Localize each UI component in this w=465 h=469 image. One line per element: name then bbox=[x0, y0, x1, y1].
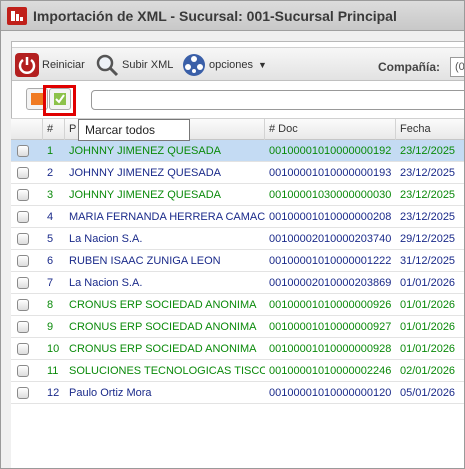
table-row[interactable]: 6 RUBEN ISAAC ZUNIGA LEON 0010000101000000… bbox=[11, 250, 464, 272]
company-field[interactable]: (00 bbox=[450, 57, 464, 77]
row-number: 6 bbox=[47, 255, 54, 267]
mark-all-tooltip: Marcar todos bbox=[78, 119, 190, 141]
options-button[interactable]: opciones ▼ bbox=[182, 52, 267, 78]
row-number: 12 bbox=[47, 387, 60, 399]
row-number: 8 bbox=[47, 299, 54, 311]
row-number: 11 bbox=[47, 365, 59, 377]
table-row[interactable]: 11 SOLUCIONES TECNOLOGICAS TISCO 001000010… bbox=[11, 360, 464, 382]
row-provider-name: Paulo Ortiz Mora bbox=[69, 387, 152, 399]
toolbar: Reiniciar Subir XML opciones ▼ Compañía:… bbox=[12, 47, 464, 81]
row-number: 7 bbox=[47, 277, 54, 289]
table-row[interactable]: 4 MARIA FERNANDA HERRERA CAMAC 00100001010… bbox=[11, 206, 464, 228]
row-date: 05/01/2026 bbox=[400, 387, 456, 399]
table-row[interactable]: 12 Paulo Ortiz Mora 00100001010000000120 05… bbox=[11, 382, 464, 404]
row-doc-number: 00100001010000000120 bbox=[269, 387, 392, 399]
header-doc-number[interactable]: # Doc bbox=[265, 119, 396, 140]
row-number: 2 bbox=[47, 167, 54, 179]
table-row[interactable]: 2 JOHNNY JIMENEZ QUESADA 00100001010000000… bbox=[11, 162, 464, 184]
action-bar bbox=[12, 84, 464, 116]
row-doc-number: 00100001010000000928 bbox=[269, 343, 392, 355]
header-checkbox-col bbox=[11, 119, 43, 140]
row-checkbox[interactable] bbox=[17, 233, 29, 245]
row-provider-name: MARIA FERNANDA HERRERA CAMAC bbox=[69, 211, 265, 223]
filter-input[interactable] bbox=[91, 90, 464, 110]
row-number: 5 bbox=[47, 233, 54, 245]
table-row[interactable]: 10 CRONUS ERP SOCIEDAD ANONIMA 00100001010… bbox=[11, 338, 464, 360]
row-provider-name: CRONUS ERP SOCIEDAD ANONIMA bbox=[69, 321, 257, 333]
upload-xml-label: Subir XML bbox=[122, 59, 174, 71]
power-icon bbox=[15, 53, 39, 77]
row-doc-number: 00100001010000000193 bbox=[269, 167, 392, 179]
row-doc-number: 00100001030000000030 bbox=[269, 189, 392, 201]
magnifier-icon bbox=[96, 54, 119, 77]
reset-label: Reiniciar bbox=[42, 59, 85, 71]
upload-xml-button[interactable]: Subir XML bbox=[95, 52, 173, 78]
row-checkbox[interactable] bbox=[17, 189, 29, 201]
row-doc-number: 00100001010000000208 bbox=[269, 211, 392, 223]
row-date: 23/12/2025 bbox=[400, 189, 456, 201]
row-provider-name: JOHNNY JIMENEZ QUESADA bbox=[69, 145, 221, 157]
options-cluster-icon bbox=[183, 54, 205, 76]
row-checkbox[interactable] bbox=[17, 145, 29, 157]
options-label: opciones bbox=[209, 59, 254, 71]
company-label: Compañía: bbox=[378, 60, 441, 74]
row-number: 4 bbox=[47, 211, 54, 223]
row-checkbox[interactable] bbox=[17, 387, 29, 399]
row-doc-number: 00100001010000000192 bbox=[269, 145, 392, 157]
row-provider-name: La Nacion S.A. bbox=[69, 233, 143, 245]
row-checkbox[interactable] bbox=[17, 277, 29, 289]
table-row[interactable]: 8 CRONUS ERP SOCIEDAD ANONIMA 001000010100… bbox=[11, 294, 464, 316]
window-title: Importación de XML - Sucursal: 001-Sucur… bbox=[33, 8, 397, 24]
row-date: 01/01/2026 bbox=[400, 277, 456, 289]
row-date: 23/12/2025 bbox=[400, 145, 456, 157]
row-checkbox[interactable] bbox=[17, 255, 29, 267]
row-provider-name: SOLUCIONES TECNOLOGICAS TISCO bbox=[69, 365, 265, 377]
row-doc-number: 00100002010000203869 bbox=[269, 277, 392, 289]
row-checkbox[interactable] bbox=[17, 321, 29, 333]
row-date: 31/12/2025 bbox=[400, 255, 456, 267]
xml-documents-grid: # P # Doc Fecha 1 JOHNNY JIMENEZ QUESADA 0… bbox=[11, 118, 464, 468]
row-number: 9 bbox=[47, 321, 54, 333]
row-doc-number: 00100001010000002246 bbox=[269, 365, 392, 377]
import-xml-window: Importación de XML - Sucursal: 001-Sucur… bbox=[0, 0, 465, 469]
row-provider-name: JOHNNY JIMENEZ QUESADA bbox=[69, 189, 221, 201]
row-date: 23/12/2025 bbox=[400, 167, 456, 179]
row-checkbox[interactable] bbox=[17, 167, 29, 179]
row-doc-number: 00100002010000203740 bbox=[269, 233, 392, 245]
row-number: 1 bbox=[47, 145, 54, 157]
row-date: 23/12/2025 bbox=[400, 211, 456, 223]
table-row[interactable]: 9 CRONUS ERP SOCIEDAD ANONIMA 001000010100… bbox=[11, 316, 464, 338]
title-bar: Importación de XML - Sucursal: 001-Sucur… bbox=[1, 1, 464, 31]
row-date: 02/01/2026 bbox=[400, 365, 456, 377]
row-doc-number: 00100001010000001222 bbox=[269, 255, 392, 267]
row-date: 29/12/2025 bbox=[400, 233, 456, 245]
row-date: 01/01/2026 bbox=[400, 321, 456, 333]
row-doc-number: 00100001010000000927 bbox=[269, 321, 392, 333]
table-row[interactable]: 1 JOHNNY JIMENEZ QUESADA 00100001010000000… bbox=[11, 140, 464, 162]
app-logo-icon bbox=[7, 7, 27, 25]
row-doc-number: 00100001010000000926 bbox=[269, 299, 392, 311]
row-checkbox[interactable] bbox=[17, 365, 29, 377]
header-date[interactable]: Fecha bbox=[396, 119, 464, 140]
row-provider-name: CRONUS ERP SOCIEDAD ANONIMA bbox=[69, 299, 257, 311]
table-row[interactable]: 5 La Nacion S.A. 00100002010000203740 29/12… bbox=[11, 228, 464, 250]
chevron-down-icon: ▼ bbox=[258, 60, 267, 70]
header-number[interactable]: # bbox=[43, 119, 65, 140]
mark-all-highlight bbox=[43, 85, 76, 116]
table-row[interactable]: 7 La Nacion S.A. 00100002010000203869 01/01… bbox=[11, 272, 464, 294]
row-provider-name: RUBEN ISAAC ZUNIGA LEON bbox=[69, 255, 221, 267]
row-number: 3 bbox=[47, 189, 54, 201]
table-row[interactable]: 3 JOHNNY JIMENEZ QUESADA 00100001030000000… bbox=[11, 184, 464, 206]
row-checkbox[interactable] bbox=[17, 211, 29, 223]
row-date: 01/01/2026 bbox=[400, 299, 456, 311]
row-provider-name: CRONUS ERP SOCIEDAD ANONIMA bbox=[69, 343, 257, 355]
row-date: 01/01/2026 bbox=[400, 343, 456, 355]
reset-button[interactable]: Reiniciar bbox=[15, 52, 85, 78]
row-checkbox[interactable] bbox=[17, 343, 29, 355]
row-provider-name: La Nacion S.A. bbox=[69, 277, 143, 289]
row-number: 10 bbox=[47, 343, 60, 355]
row-provider-name: JOHNNY JIMENEZ QUESADA bbox=[69, 167, 221, 179]
row-checkbox[interactable] bbox=[17, 299, 29, 311]
